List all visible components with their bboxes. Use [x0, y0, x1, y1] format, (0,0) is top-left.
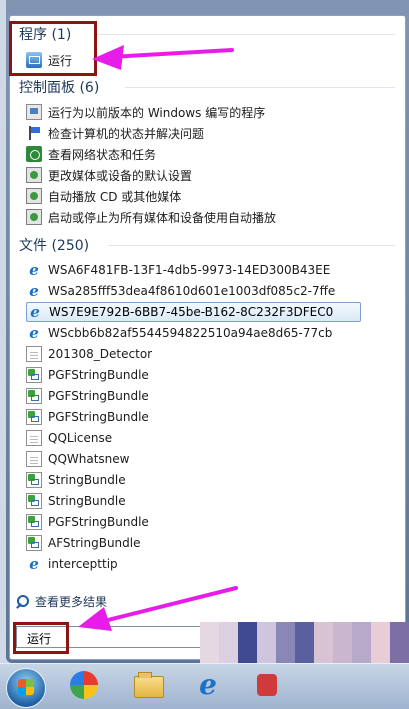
mosaic-cell	[295, 642, 314, 663]
mosaic-cell	[200, 642, 219, 663]
highlight-box-search	[13, 622, 69, 654]
mosaic-cell	[314, 642, 333, 663]
see-more-results-label: 查看更多结果	[35, 595, 108, 609]
search-results-pane: 程序 (1) 运行 控制面板 (6) 运行为以前版本的 Windows 编写的程…	[9, 15, 406, 660]
mosaic-cell	[314, 622, 333, 643]
mosaic-cell	[257, 622, 276, 643]
mosaic-cell	[200, 622, 219, 643]
mosaic-cell	[352, 642, 371, 663]
redacted-mosaic	[200, 622, 409, 663]
ie-icon[interactable]	[190, 668, 226, 704]
mosaic-cell	[219, 642, 238, 663]
mosaic-cell	[238, 642, 257, 663]
mosaic-cell	[257, 642, 276, 663]
highlight-box-programs	[9, 21, 97, 76]
see-more-results-link[interactable]: 查看更多结果	[16, 593, 107, 610]
mosaic-cell	[333, 642, 352, 663]
mosaic-cell	[371, 642, 390, 663]
search-icon	[16, 594, 30, 609]
mosaic-cell	[390, 622, 409, 643]
colorful-ball-icon[interactable]	[66, 670, 102, 704]
folder-icon[interactable]	[130, 670, 166, 704]
mosaic-cell	[238, 622, 257, 643]
mosaic-cell	[219, 622, 238, 643]
mosaic-cell	[333, 622, 352, 643]
mosaic-cell	[390, 642, 409, 663]
mosaic-cell	[352, 622, 371, 643]
mosaic-cell	[276, 622, 295, 643]
start-menu: 程序 (1) 运行 控制面板 (6) 运行为以前版本的 Windows 编写的程…	[6, 0, 409, 663]
red-app-icon[interactable]	[250, 670, 286, 704]
mosaic-cell	[371, 622, 390, 643]
windows-orb-icon[interactable]	[6, 668, 46, 708]
taskbar	[0, 663, 409, 709]
mosaic-cell	[295, 622, 314, 643]
mosaic-cell	[276, 642, 295, 663]
